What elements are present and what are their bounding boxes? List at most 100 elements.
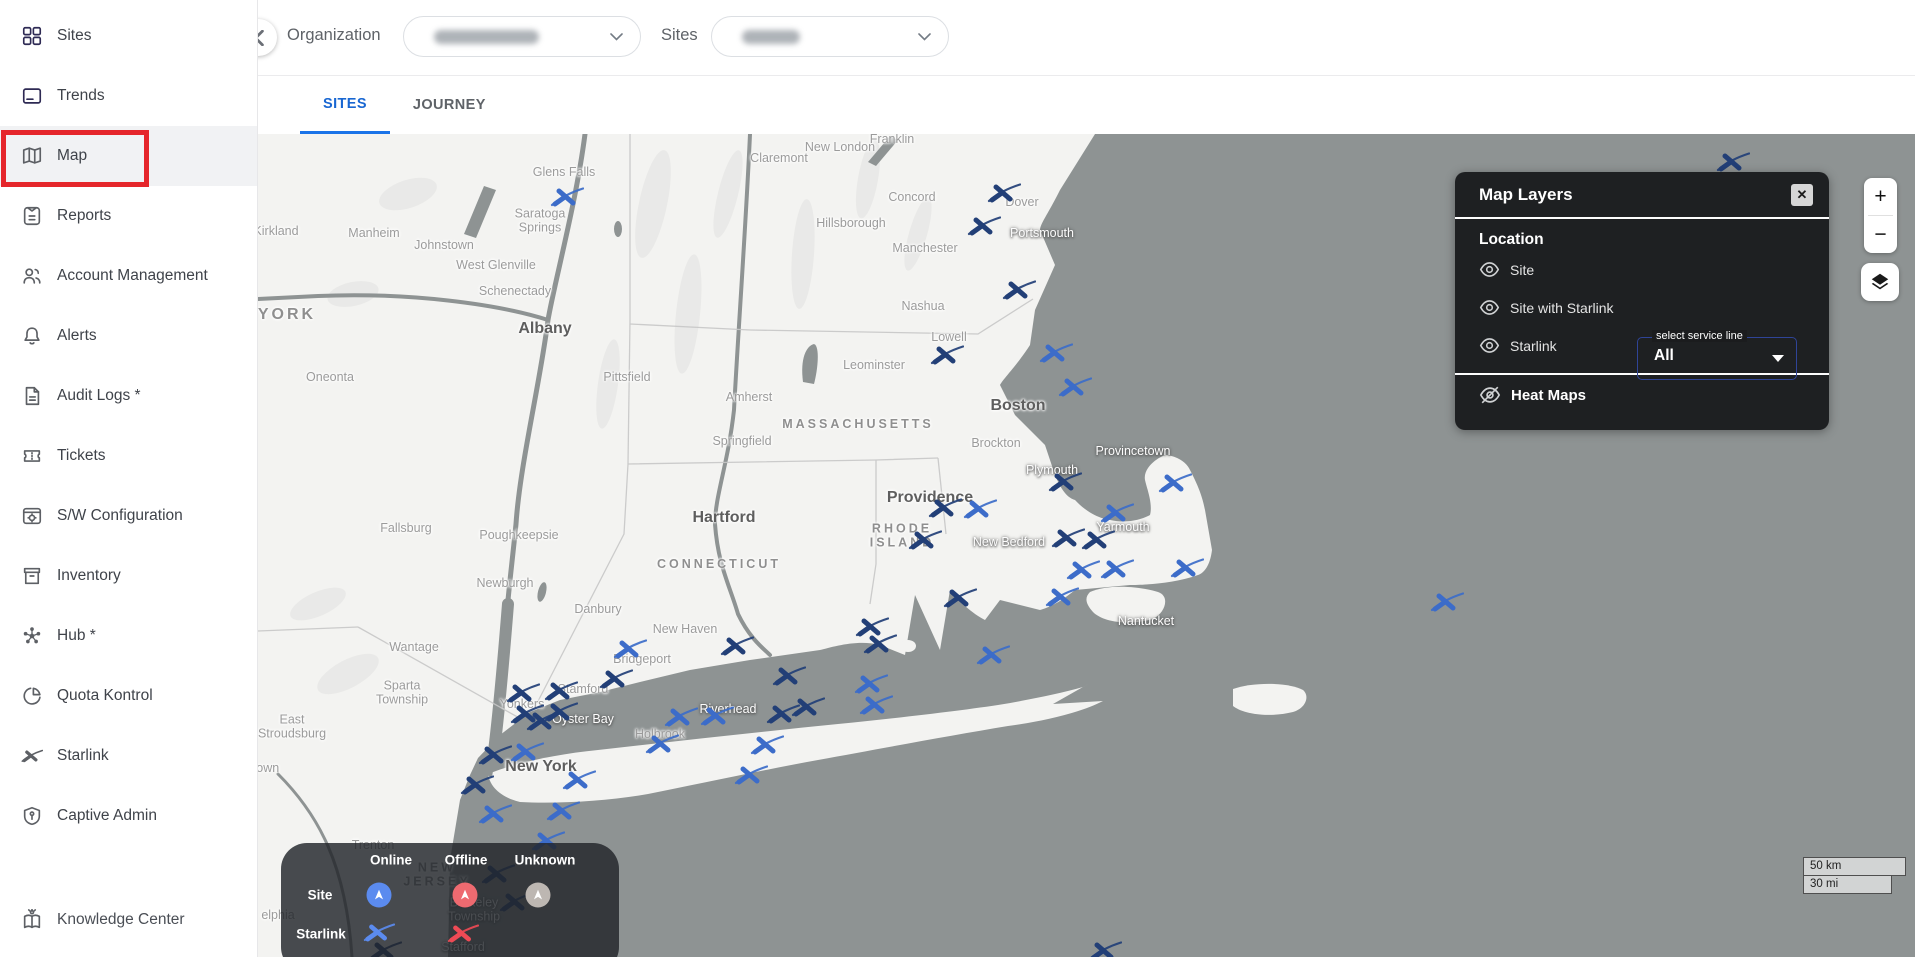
service-line-select[interactable]: select service line All <box>1637 337 1797 380</box>
tickets-icon <box>20 444 44 468</box>
sidebar-item-hub[interactable]: Hub * <box>0 606 257 666</box>
layer-label: Site <box>1510 262 1534 278</box>
sidebar-item-label: Inventory <box>57 567 121 585</box>
scale-km: 50 km <box>1803 857 1906 876</box>
layer-label: Starlink <box>1510 338 1557 354</box>
site-online-icon <box>367 883 392 908</box>
sidebar-item-label: S/W Configuration <box>57 507 183 525</box>
sidebar-item-label: Captive Admin <box>57 807 157 825</box>
zoom-out-button[interactable]: − <box>1864 216 1897 253</box>
sidebar-item-label: Trends <box>57 87 105 105</box>
sidebar-item-trends[interactable]: Trends <box>0 66 257 126</box>
sidebar-item-alerts[interactable]: Alerts <box>0 306 257 366</box>
map-layers-panel: Map Layers ✕ Location Site Site with Star… <box>1455 172 1829 430</box>
sidebar-item-tickets[interactable]: Tickets <box>0 426 257 486</box>
layer-toggle-site[interactable]: Site <box>1479 259 1805 280</box>
app: Sites Trends Map Reports Account Management A… <box>0 0 1915 957</box>
sidebar-item-label: Map <box>57 147 87 165</box>
eye-icon <box>1479 259 1500 280</box>
quota-icon <box>20 684 44 708</box>
sites-icon <box>20 24 44 48</box>
sidebar-item-sites[interactable]: Sites <box>0 6 257 66</box>
starlink-offline-icon <box>447 924 479 948</box>
chevron-down-icon <box>918 33 931 41</box>
location-section: Location Site Site with Starlink Starlink <box>1455 219 1829 356</box>
sidebar-item-captive-admin[interactable]: Captive Admin <box>0 786 257 846</box>
tab-bar: SITES JOURNEY <box>258 76 1915 134</box>
organization-value-redacted <box>434 30 539 44</box>
sidebar: Sites Trends Map Reports Account Management A… <box>0 0 258 957</box>
sidebar-item-label: Tickets <box>57 447 106 465</box>
sidebar-item-account-management[interactable]: Account Management <box>0 246 257 306</box>
sites-value-redacted <box>742 30 800 44</box>
map-icon <box>20 144 44 168</box>
legend-col-offline: Offline <box>445 853 488 868</box>
sidebar-item-label: Alerts <box>57 327 97 345</box>
audit-icon <box>20 384 44 408</box>
sidebar-item-audit-logs[interactable]: Audit Logs * <box>0 366 257 426</box>
heat-maps-toggle[interactable]: Heat Maps <box>1455 375 1829 415</box>
header: Organization Sites <box>258 0 1915 76</box>
knowledge-center-icon <box>20 908 44 932</box>
alerts-icon <box>20 324 44 348</box>
starlink-online-icon <box>363 923 395 947</box>
sidebar-item-label: Sites <box>57 27 91 45</box>
organization-select[interactable] <box>403 16 641 57</box>
trends-icon <box>20 84 44 108</box>
sidebar-item-label: Reports <box>57 207 111 225</box>
map-canvas[interactable]: Glens FallsSaratoga SpringsKirklandManhe… <box>258 134 1915 957</box>
sidebar-item-map[interactable]: Map <box>0 126 257 186</box>
legend-row-starlink: Starlink <box>296 927 346 942</box>
map-scale: 50 km 30 mi <box>1803 857 1906 894</box>
location-title: Location <box>1479 231 1805 249</box>
eye-off-icon <box>1479 384 1501 406</box>
heat-maps-label: Heat Maps <box>1511 387 1586 404</box>
sidebar-item-starlink[interactable]: Starlink <box>0 726 257 786</box>
site-offline-icon <box>453 883 478 908</box>
sidebar-item-label: Hub * <box>57 627 96 645</box>
inventory-icon <box>20 564 44 588</box>
legend-col-unknown: Unknown <box>515 853 576 868</box>
sites-select[interactable] <box>711 16 949 57</box>
map-layers-title: Map Layers <box>1479 185 1791 205</box>
tab-sites[interactable]: SITES <box>300 76 390 134</box>
knowledge-center-label: Knowledge Center <box>57 911 185 929</box>
service-line-value: All <box>1654 347 1674 365</box>
legend-col-online: Online <box>370 853 412 868</box>
swconfig-icon <box>20 504 44 528</box>
layer-toggle-site-with-starlink[interactable]: Site with Starlink <box>1479 297 1805 318</box>
sidebar-item-quota-kontrol[interactable]: Quota Kontrol <box>0 666 257 726</box>
reports-icon <box>20 204 44 228</box>
organization-label: Organization <box>287 26 381 45</box>
layer-label: Site with Starlink <box>1510 300 1613 316</box>
site-unknown-icon <box>526 883 551 908</box>
account-icon <box>20 264 44 288</box>
eye-icon <box>1479 297 1500 318</box>
zoom-control: + − <box>1864 178 1897 253</box>
sidebar-item-s-w-configuration[interactable]: S/W Configuration <box>0 486 257 546</box>
sidebar-item-label: Starlink <box>57 747 109 765</box>
hub-icon <box>20 624 44 648</box>
sidebar-item-label: Audit Logs * <box>57 387 141 405</box>
legend-row-site: Site <box>308 888 333 903</box>
chevron-down-icon <box>610 33 623 41</box>
sidebar-item-reports[interactable]: Reports <box>0 186 257 246</box>
map-legend: Online Offline Unknown Site Starlink <box>281 843 619 957</box>
captive-icon <box>20 804 44 828</box>
basemap-layers-button[interactable] <box>1861 263 1899 301</box>
sidebar-items: Sites Trends Map Reports Account Management A… <box>0 6 257 846</box>
sidebar-item-label: Account Management <box>57 267 208 285</box>
starlinkx-icon <box>20 744 44 768</box>
sidebar-item-inventory[interactable]: Inventory <box>0 546 257 606</box>
sidebar-item-knowledge-center[interactable]: Knowledge Center <box>0 897 257 943</box>
map-layers-header: Map Layers ✕ <box>1455 172 1829 219</box>
scale-mi: 30 mi <box>1803 875 1892 894</box>
zoom-in-button[interactable]: + <box>1864 178 1897 215</box>
service-line-label: select service line <box>1652 330 1747 342</box>
tab-journey[interactable]: JOURNEY <box>390 76 509 134</box>
close-icon[interactable]: ✕ <box>1791 184 1813 206</box>
sites-label: Sites <box>661 26 698 45</box>
eye-icon <box>1479 335 1500 356</box>
sidebar-item-label: Quota Kontrol <box>57 687 153 705</box>
layers-icon <box>1869 271 1891 293</box>
